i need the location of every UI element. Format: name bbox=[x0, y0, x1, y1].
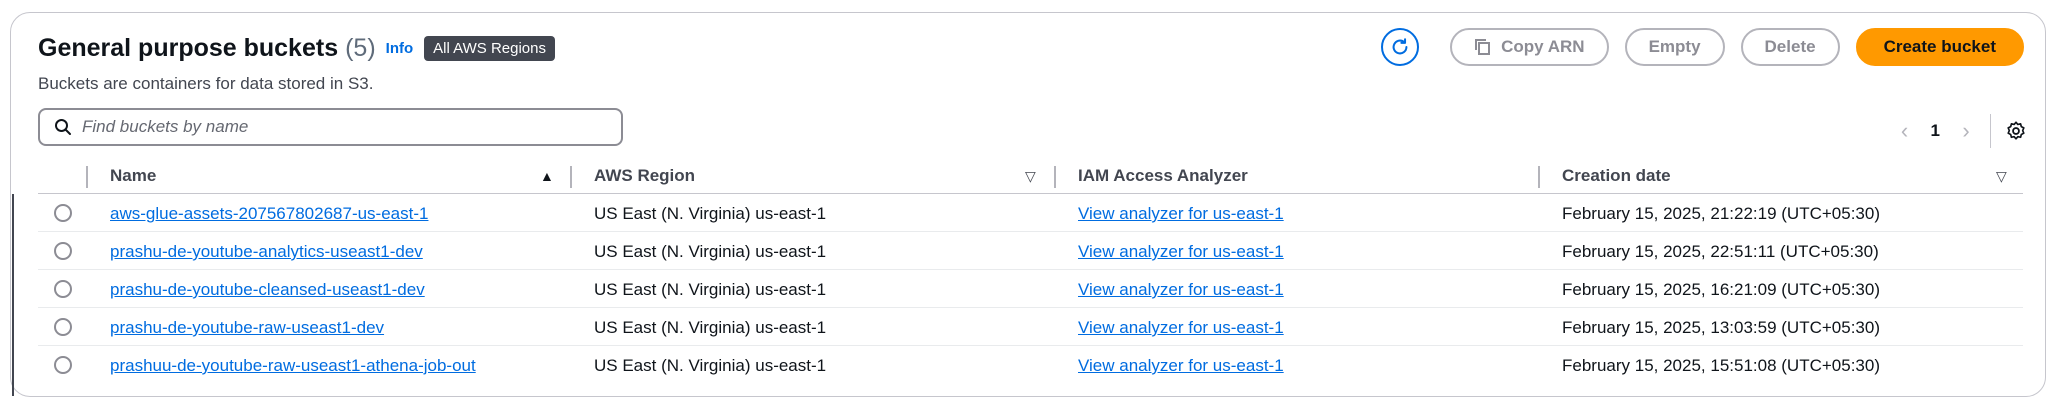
table-row: prashuu-de-youtube-raw-useast1-athena-jo… bbox=[38, 346, 2023, 384]
search-box bbox=[38, 108, 623, 146]
copy-arn-button[interactable]: Copy ARN bbox=[1450, 28, 1609, 66]
creation-date: February 15, 2025, 16:21:09 (UTC+05:30) bbox=[1562, 280, 1880, 299]
empty-label: Empty bbox=[1648, 37, 1701, 56]
sort-icon[interactable]: ▽ bbox=[1996, 168, 2007, 185]
column-header-name[interactable]: Name bbox=[110, 166, 156, 186]
creation-date: February 15, 2025, 21:22:19 (UTC+05:30) bbox=[1562, 204, 1880, 223]
table-row: prashu-de-youtube-analytics-useast1-dev … bbox=[38, 232, 2023, 270]
view-analyzer-link[interactable]: View analyzer for us-east-1 bbox=[1078, 356, 1284, 376]
toolbar: Copy ARN Empty Delete Create bucket bbox=[1381, 28, 2024, 66]
pager-divider bbox=[1990, 114, 1991, 148]
row-radio[interactable] bbox=[54, 280, 72, 298]
creation-date: February 15, 2025, 13:03:59 (UTC+05:30) bbox=[1562, 318, 1880, 337]
column-header-iam[interactable]: IAM Access Analyzer bbox=[1078, 166, 1248, 186]
next-page-button[interactable]: › bbox=[1952, 118, 1980, 144]
column-header-created[interactable]: Creation date bbox=[1562, 166, 1671, 186]
sort-ascending-icon[interactable]: ▲ bbox=[540, 168, 554, 184]
copy-arn-label: Copy ARN bbox=[1501, 37, 1585, 56]
search-input[interactable] bbox=[82, 117, 602, 137]
bucket-name-link[interactable]: prashuu-de-youtube-raw-useast1-athena-jo… bbox=[110, 356, 476, 376]
bucket-count: (5) bbox=[345, 34, 376, 62]
info-link[interactable]: Info bbox=[386, 40, 414, 57]
left-accent-bar bbox=[12, 194, 14, 396]
delete-label: Delete bbox=[1764, 37, 1816, 56]
bucket-region: US East (N. Virginia) us-east-1 bbox=[594, 356, 827, 375]
refresh-button[interactable] bbox=[1381, 28, 1420, 66]
copy-icon bbox=[1474, 38, 1492, 56]
column-divider bbox=[86, 166, 88, 188]
table-row: aws-glue-assets-207567802687-us-east-1 U… bbox=[38, 194, 2023, 232]
row-radio[interactable] bbox=[54, 356, 72, 374]
table-header: Name ▲ AWS Region ▽ IAM Access Analyzer … bbox=[38, 160, 2023, 194]
view-analyzer-link[interactable]: View analyzer for us-east-1 bbox=[1078, 318, 1284, 338]
sort-icon[interactable]: ▽ bbox=[1025, 168, 1036, 185]
column-divider[interactable] bbox=[1538, 166, 1540, 188]
refresh-icon bbox=[1392, 38, 1408, 55]
bucket-name-link[interactable]: prashu-de-youtube-raw-useast1-dev bbox=[110, 318, 384, 338]
empty-button[interactable]: Empty bbox=[1624, 28, 1725, 66]
table-row: prashu-de-youtube-raw-useast1-dev US Eas… bbox=[38, 308, 2023, 346]
creation-date: February 15, 2025, 22:51:11 (UTC+05:30) bbox=[1562, 242, 1879, 261]
header: General purpose buckets (5) Info All AWS… bbox=[38, 34, 555, 63]
buckets-table: Name ▲ AWS Region ▽ IAM Access Analyzer … bbox=[38, 160, 2023, 384]
creation-date: February 15, 2025, 15:51:08 (UTC+05:30) bbox=[1562, 356, 1880, 375]
create-bucket-label: Create bucket bbox=[1883, 37, 1996, 56]
row-radio[interactable] bbox=[54, 204, 72, 222]
table-row: prashu-de-youtube-cleansed-useast1-dev U… bbox=[38, 270, 2023, 308]
prev-page-button[interactable]: ‹ bbox=[1891, 118, 1919, 144]
bucket-name-link[interactable]: prashu-de-youtube-analytics-useast1-dev bbox=[110, 242, 423, 262]
page-subtitle: Buckets are containers for data stored i… bbox=[38, 74, 374, 93]
bucket-name-link[interactable]: prashu-de-youtube-cleansed-useast1-dev bbox=[110, 280, 425, 300]
create-bucket-button[interactable]: Create bucket bbox=[1855, 28, 2024, 66]
row-radio[interactable] bbox=[54, 242, 72, 260]
search-icon bbox=[55, 119, 71, 135]
settings-icon[interactable] bbox=[2005, 120, 2027, 142]
row-radio[interactable] bbox=[54, 318, 72, 336]
column-header-region[interactable]: AWS Region bbox=[594, 166, 695, 186]
view-analyzer-link[interactable]: View analyzer for us-east-1 bbox=[1078, 242, 1284, 262]
bucket-region: US East (N. Virginia) us-east-1 bbox=[594, 242, 827, 261]
bucket-region: US East (N. Virginia) us-east-1 bbox=[594, 318, 827, 337]
column-divider[interactable] bbox=[570, 166, 572, 188]
view-analyzer-link[interactable]: View analyzer for us-east-1 bbox=[1078, 280, 1284, 300]
bucket-name-link[interactable]: aws-glue-assets-207567802687-us-east-1 bbox=[110, 204, 428, 224]
delete-button[interactable]: Delete bbox=[1740, 28, 1840, 66]
view-analyzer-link[interactable]: View analyzer for us-east-1 bbox=[1078, 204, 1284, 224]
bucket-region: US East (N. Virginia) us-east-1 bbox=[594, 280, 827, 299]
region-badge: All AWS Regions bbox=[424, 36, 555, 61]
bucket-region: US East (N. Virginia) us-east-1 bbox=[594, 204, 827, 223]
column-divider[interactable] bbox=[1054, 166, 1056, 188]
page-title: General purpose buckets bbox=[38, 34, 339, 62]
pagination: ‹ 1 › bbox=[1891, 114, 2027, 148]
page-number[interactable]: 1 bbox=[1931, 121, 1940, 141]
